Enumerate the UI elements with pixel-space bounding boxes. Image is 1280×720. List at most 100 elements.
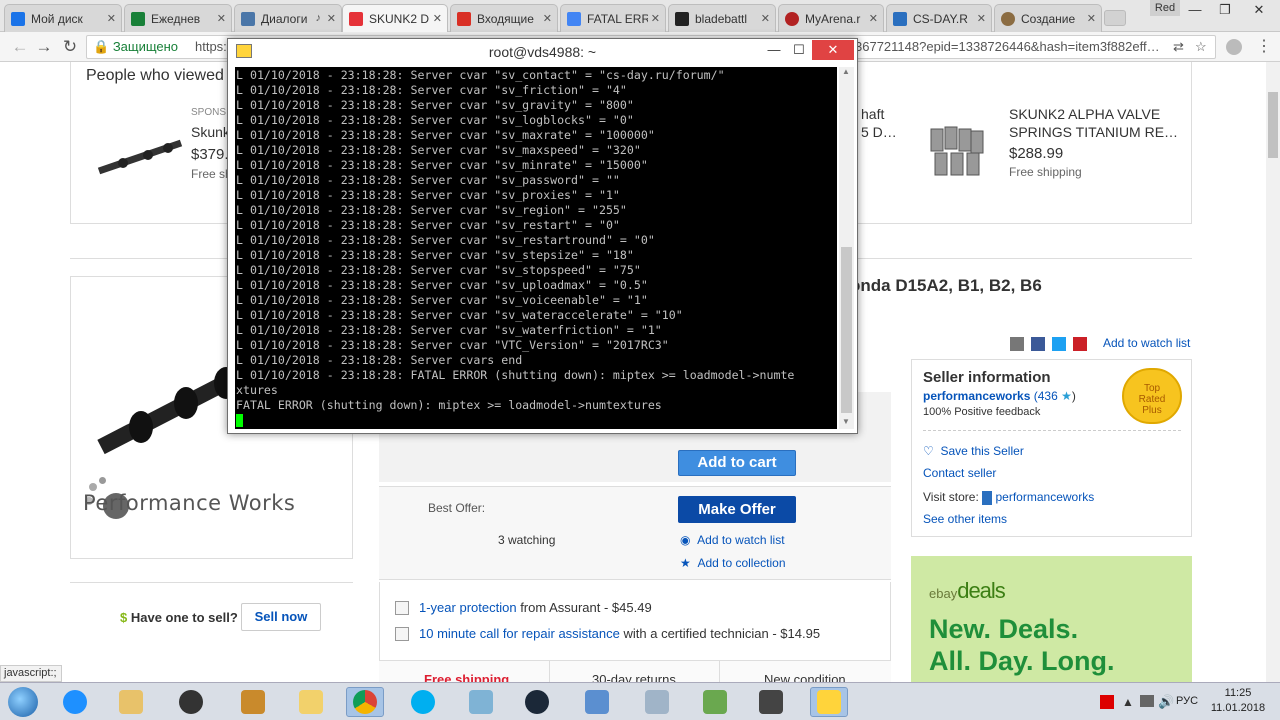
terminal-scroll-thumb[interactable] bbox=[841, 247, 852, 413]
taskbar-media[interactable] bbox=[172, 687, 210, 717]
tab-dialogs[interactable]: Диалоги ♪ ✕ bbox=[234, 4, 342, 32]
reload-button[interactable]: ↻ bbox=[60, 37, 80, 57]
menu-icon[interactable]: ⋮ bbox=[1256, 36, 1272, 56]
make-offer-button[interactable]: Make Offer bbox=[678, 496, 796, 523]
tab-fatal-error[interactable]: FATAL ERR ✕ bbox=[560, 4, 666, 32]
repair-checkbox[interactable] bbox=[395, 627, 409, 641]
network-icon[interactable] bbox=[1140, 695, 1154, 707]
taskbar-putty[interactable] bbox=[810, 687, 848, 717]
carousel-item-title-line2[interactable]: 5 D… bbox=[861, 124, 897, 140]
close-icon[interactable]: ✕ bbox=[103, 12, 116, 25]
ebay-deals-banner[interactable]: ebaydeals New. Deals. All. Day. Long. bbox=[911, 556, 1192, 682]
pinterest-icon[interactable] bbox=[1073, 337, 1087, 351]
close-icon[interactable]: ✕ bbox=[647, 12, 660, 25]
add-to-watch-list-link[interactable]: Add to watch list bbox=[1103, 336, 1190, 350]
terminal-close-button[interactable]: ✕ bbox=[812, 40, 854, 60]
taskbar-ie[interactable] bbox=[56, 687, 94, 717]
close-icon[interactable]: ✕ bbox=[865, 12, 878, 25]
see-other-items-link[interactable]: See other items bbox=[923, 512, 1007, 526]
taskbar-viewer[interactable] bbox=[638, 687, 676, 717]
carousel-item-title[interactable]: Skunk bbox=[191, 124, 230, 140]
bookmark-star-icon[interactable]: ☆ bbox=[1195, 36, 1207, 58]
carousel-item-title[interactable]: SKUNK2 ALPHA VALVE bbox=[1009, 106, 1160, 122]
tab-cs-day[interactable]: CS-DAY.R ✕ bbox=[886, 4, 992, 32]
email-icon[interactable] bbox=[1010, 337, 1024, 351]
page-scrollbar[interactable] bbox=[1266, 62, 1280, 682]
close-icon[interactable]: ✕ bbox=[1083, 12, 1096, 25]
maximize-button[interactable]: ❐ bbox=[1210, 0, 1240, 20]
new-tab-button[interactable] bbox=[1104, 10, 1126, 26]
taskbar-app[interactable] bbox=[234, 687, 272, 717]
scroll-down-arrow[interactable]: ▼ bbox=[842, 417, 850, 426]
secure-indicator[interactable]: 🔒 Защищено bbox=[93, 36, 178, 58]
minimize-button[interactable]: — bbox=[1180, 0, 1210, 20]
tab-inbox[interactable]: Входящие ✕ bbox=[450, 4, 558, 32]
clock-time[interactable]: 11:25 bbox=[1212, 687, 1264, 699]
taskbar-folder[interactable] bbox=[292, 687, 330, 717]
contact-seller-link[interactable]: Contact seller bbox=[923, 466, 996, 480]
terminal-window[interactable]: root@vds4988: ~ — ☐ ✕ L 01/10/2018 - 23:… bbox=[227, 38, 858, 434]
camshaft-image[interactable] bbox=[93, 135, 185, 179]
close-icon[interactable]: ✕ bbox=[429, 12, 442, 25]
tab-skunk2[interactable]: SKUNK2 D ✕ bbox=[342, 4, 448, 32]
translate-icon[interactable]: ⇄ bbox=[1173, 36, 1184, 58]
add-to-collection-button[interactable]: ★ Add to collection bbox=[680, 556, 786, 570]
taskbar-chart[interactable] bbox=[696, 687, 734, 717]
divider bbox=[70, 582, 353, 583]
tab-create[interactable]: Создание ✕ bbox=[994, 4, 1102, 32]
seller-rating: performanceworks (436 ★) bbox=[923, 389, 1076, 403]
cs-day-icon bbox=[893, 11, 907, 26]
protection-link[interactable]: 1-year protection bbox=[419, 600, 517, 615]
add-to-cart-button[interactable]: Add to cart bbox=[678, 450, 796, 476]
taskbar-chrome[interactable] bbox=[346, 687, 384, 717]
profile-button[interactable]: Red bbox=[1150, 0, 1180, 16]
repair-link[interactable]: 10 minute call for repair assistance bbox=[419, 626, 620, 641]
ebay-icon bbox=[349, 11, 363, 26]
tab-bladebattle[interactable]: bladebattl ✕ bbox=[668, 4, 776, 32]
close-icon[interactable]: ✕ bbox=[213, 12, 226, 25]
protection-checkbox[interactable] bbox=[395, 601, 409, 615]
scroll-up-arrow[interactable]: ▲ bbox=[842, 67, 850, 76]
store-link[interactable]: performanceworks bbox=[996, 490, 1095, 504]
start-button[interactable] bbox=[8, 687, 38, 717]
terminal-maximize-button[interactable]: ☐ bbox=[790, 42, 808, 58]
twitter-icon[interactable] bbox=[1052, 337, 1066, 351]
back-button[interactable]: ← bbox=[10, 37, 30, 57]
myarena-icon bbox=[785, 11, 799, 26]
close-icon[interactable]: ✕ bbox=[757, 12, 770, 25]
carousel-item-title-line2[interactable]: SPRINGS TITANIUM RE… bbox=[1009, 124, 1178, 140]
clock-date[interactable]: 11.01.2018 bbox=[1206, 702, 1270, 714]
tray-arrow-icon[interactable]: ▲ bbox=[1122, 695, 1134, 709]
volume-icon[interactable]: 🔊 bbox=[1158, 694, 1174, 710]
taskbar-skype[interactable] bbox=[404, 687, 442, 717]
language-indicator[interactable]: РУС bbox=[1176, 695, 1198, 707]
facebook-icon[interactable] bbox=[1031, 337, 1045, 351]
tab-my-drive[interactable]: Мой диск ✕ bbox=[4, 4, 122, 32]
terminal-titlebar[interactable]: root@vds4988: ~ — ☐ ✕ bbox=[228, 39, 857, 65]
taskbar-notes[interactable] bbox=[462, 687, 500, 717]
add-to-watch-list-button[interactable]: ◉ Add to watch list bbox=[680, 533, 785, 547]
close-icon[interactable]: ✕ bbox=[539, 12, 552, 25]
valve-springs-image[interactable] bbox=[927, 123, 987, 183]
seller-name-link[interactable]: performanceworks bbox=[923, 389, 1030, 403]
close-icon[interactable]: ✕ bbox=[323, 12, 336, 25]
forward-button[interactable]: → bbox=[34, 37, 54, 57]
taskbar-secure[interactable] bbox=[752, 687, 790, 717]
tab-daily[interactable]: Ежеднев ✕ bbox=[124, 4, 232, 32]
terminal-minimize-button[interactable]: — bbox=[765, 42, 783, 57]
carousel-item-title[interactable]: haft bbox=[861, 106, 884, 122]
tab-myarena[interactable]: MyArena.r ✕ bbox=[778, 4, 884, 32]
close-icon[interactable]: ✕ bbox=[973, 12, 986, 25]
terminal-scrollbar[interactable]: ▲ ▼ bbox=[839, 67, 854, 429]
sell-now-button[interactable]: Sell now bbox=[241, 603, 321, 631]
taskbar-control-panel[interactable] bbox=[578, 687, 616, 717]
terminal-line: L 01/10/2018 - 23:18:28: Server cvar "sv… bbox=[236, 158, 648, 172]
taskbar-steam[interactable] bbox=[518, 687, 556, 717]
antivirus-icon[interactable] bbox=[1100, 695, 1114, 709]
terminal-output[interactable]: L 01/10/2018 - 23:18:28: Server cvar "sv… bbox=[235, 67, 837, 429]
taskbar-explorer[interactable] bbox=[112, 687, 150, 717]
close-window-button[interactable]: ✕ bbox=[1244, 0, 1274, 20]
save-seller-link[interactable]: ♡ Save this Seller bbox=[923, 444, 1024, 458]
extension-icon[interactable] bbox=[1226, 39, 1242, 55]
scrollbar-thumb[interactable] bbox=[1268, 92, 1278, 158]
